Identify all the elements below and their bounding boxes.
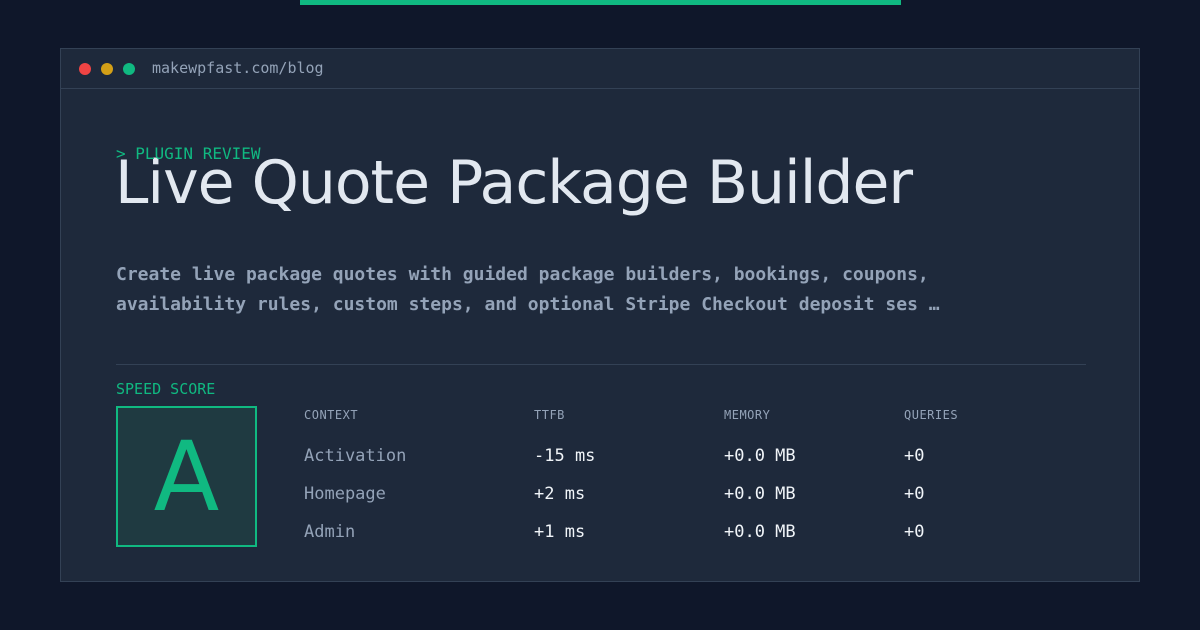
browser-window: makewpfast.com/blog > PLUGIN REVIEW Live… [60,48,1140,582]
context-cell: Activation [304,446,407,466]
description-line: availability rules, custom steps, and op… [116,294,940,315]
speed-grade-badge: A [116,406,257,547]
queries-cell: +0 [904,484,925,504]
article-description: Create live package quotes with guided p… [116,260,1036,320]
context-cell: Admin [304,522,356,542]
queries-cell: +0 [904,522,925,542]
column-header-memory: MEMORY [724,408,771,422]
ttfb-cell: -15 ms [534,446,596,466]
table-row: Activation -15 ms +0.0 MB +0 [304,444,1084,468]
maximize-window-dot-icon[interactable] [123,63,135,75]
memory-cell: +0.0 MB [724,446,796,466]
memory-cell: +0.0 MB [724,484,796,504]
column-header-ttfb: TTFB [534,408,565,422]
speed-score-label: SPEED SCORE [116,380,216,398]
table-row: Homepage +2 ms +0.0 MB +0 [304,482,1084,506]
section-divider [116,364,1086,365]
category-kicker: > PLUGIN REVIEW [116,144,261,163]
window-titlebar: makewpfast.com/blog [61,49,1139,89]
column-header-context: CONTEXT [304,408,359,422]
queries-cell: +0 [904,446,925,466]
context-cell: Homepage [304,484,386,504]
ttfb-cell: +2 ms [534,484,586,504]
memory-cell: +0.0 MB [724,522,796,542]
address-url[interactable]: makewpfast.com/blog [152,59,324,77]
column-header-queries: QUERIES [904,408,959,422]
description-line: Create live package quotes with guided p… [116,264,929,285]
top-accent-strip [300,0,901,5]
ttfb-cell: +1 ms [534,522,586,542]
table-row: Admin +1 ms +0.0 MB +0 [304,520,1084,544]
minimize-window-dot-icon[interactable] [101,63,113,75]
close-window-dot-icon[interactable] [79,63,91,75]
